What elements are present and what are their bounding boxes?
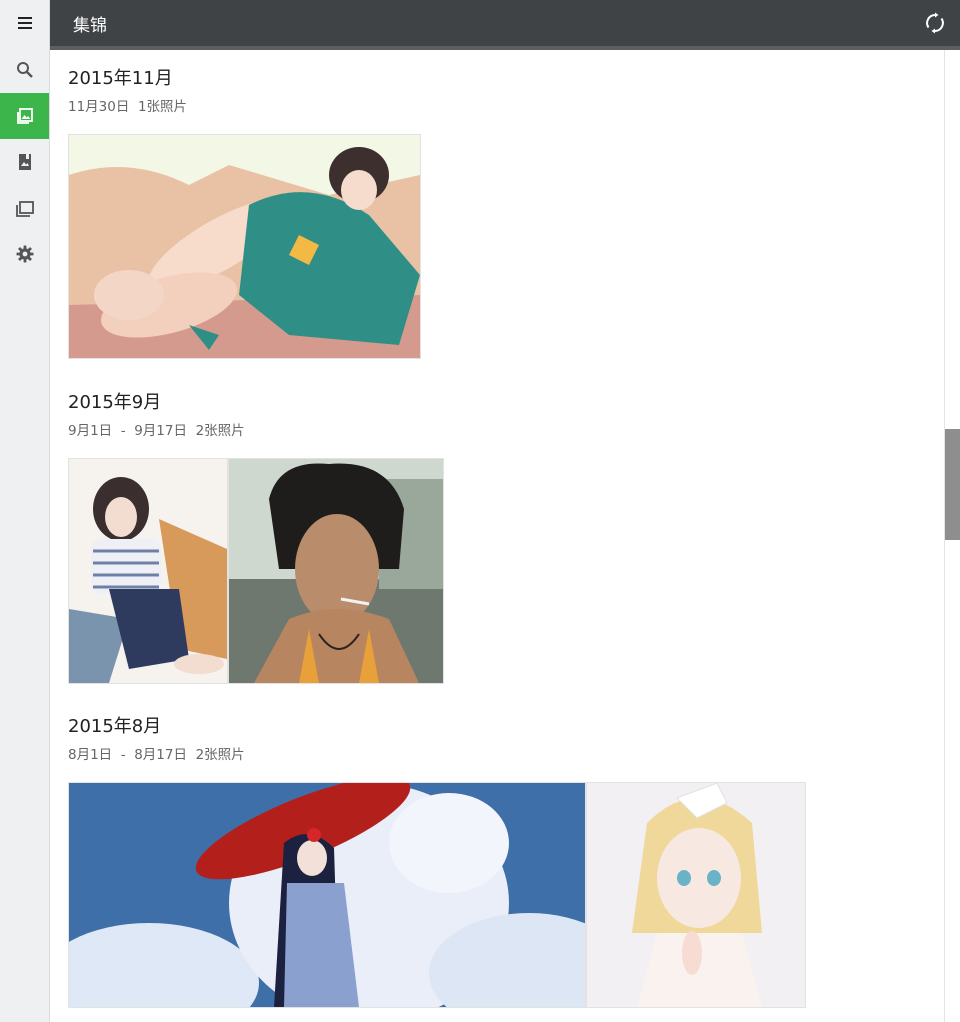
sidebar — [0, 0, 50, 1022]
photos-icon — [16, 108, 33, 124]
album-icon — [18, 154, 31, 170]
search-icon — [16, 62, 33, 78]
sidebar-item-photos[interactable] — [0, 93, 49, 139]
photo-image — [69, 459, 227, 683]
photo-thumbnail[interactable] — [68, 458, 228, 684]
menu-button[interactable] — [0, 0, 49, 46]
sync-icon[interactable] — [924, 12, 946, 34]
photo-thumbnail[interactable] — [228, 458, 444, 684]
section-subtitle: 8月1日 - 8月17日 2张照片 — [68, 747, 245, 763]
collections-icon — [15, 201, 34, 217]
photo-thumbnail[interactable] — [68, 782, 586, 1008]
section-title: 2015年9月 — [68, 392, 162, 413]
photo-image — [587, 783, 805, 1007]
section-title: 2015年11月 — [68, 68, 173, 89]
sidebar-item-search[interactable] — [0, 47, 49, 93]
gear-icon — [16, 245, 33, 263]
photo-image — [69, 135, 420, 358]
photo-image — [229, 459, 443, 683]
sidebar-item-collections[interactable] — [0, 185, 49, 231]
photo-image — [69, 783, 585, 1007]
scrollbar-thumb[interactable] — [945, 429, 960, 540]
sidebar-item-settings[interactable] — [0, 231, 49, 277]
photo-thumbnail[interactable] — [68, 134, 421, 359]
top-bar: 集锦 — [50, 0, 960, 50]
section-subtitle: 11月30日 1张照片 — [68, 99, 188, 115]
photo-thumbnail[interactable] — [586, 782, 806, 1008]
page-title: 集锦 — [73, 16, 107, 36]
menu-icon — [17, 17, 32, 29]
section-title: 2015年8月 — [68, 716, 162, 737]
section-subtitle: 9月1日 - 9月17日 2张照片 — [68, 423, 245, 439]
sidebar-item-albums[interactable] — [0, 139, 49, 185]
